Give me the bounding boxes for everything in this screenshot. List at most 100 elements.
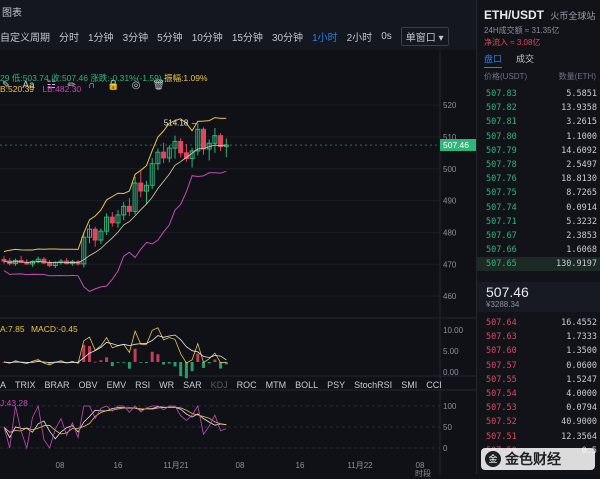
bid-row[interactable]: 507.74 0.0914 xyxy=(477,201,600,215)
date-tick: 16 xyxy=(114,461,123,470)
interval-tab[interactable]: 分时 xyxy=(59,29,79,44)
ask-row[interactable]: 507.53 0.0794 xyxy=(477,401,600,415)
ask-row[interactable]: 507.63 1.7333 xyxy=(477,330,600,344)
chart-label[interactable]: 图表 xyxy=(2,4,22,19)
indicator-tab[interactable]: A xyxy=(0,380,6,390)
ask-price: 507.52 xyxy=(486,417,517,428)
bid-row[interactable]: 507.81 3.2615 xyxy=(477,115,600,129)
market-title: ETH/USDT 火币全球站 xyxy=(484,8,595,22)
indicator-tab[interactable]: SMI xyxy=(401,380,417,390)
ask-row[interactable]: 507.51 12.3564 xyxy=(477,430,600,444)
bid-row[interactable]: 507.65 130.9197 xyxy=(477,257,600,272)
bid-price: 507.78 xyxy=(486,160,517,170)
date-tick: 08 xyxy=(236,461,245,470)
macd-bar xyxy=(82,344,86,362)
date-tick: 11月22 xyxy=(347,461,373,470)
bid-qty: 5.3232 xyxy=(566,216,597,227)
net-inflow: 净流入 ≈ 3.08亿 xyxy=(484,37,540,48)
boll-values: B:520.39 LB:482.30 xyxy=(0,84,81,94)
macd-bar xyxy=(127,362,131,369)
bid-row[interactable]: 507.66 1.6068 xyxy=(477,243,600,257)
bid-row[interactable]: 507.78 2.5497 xyxy=(477,158,600,172)
interval-tab[interactable]: 1分钟 xyxy=(88,29,114,44)
interval-tab[interactable]: 3分钟 xyxy=(123,29,149,44)
candles-group: 514.18 xyxy=(0,119,440,269)
tab-trades[interactable]: 成交 xyxy=(516,52,534,68)
date-tick: 08 xyxy=(56,461,65,470)
boll-lower-line xyxy=(3,170,227,293)
indicator-tab[interactable]: WR xyxy=(159,380,174,390)
interval-tab[interactable]: 0s xyxy=(381,31,392,42)
bid-row[interactable]: 507.76 18.8130 xyxy=(477,172,600,186)
macd-bar xyxy=(93,361,97,363)
macd-bar xyxy=(162,362,166,365)
indicator-tab[interactable]: ROC xyxy=(237,380,257,390)
indicator-tab[interactable]: BOLL xyxy=(295,380,318,390)
bid-row[interactable]: 507.75 8.7265 xyxy=(477,186,600,200)
ask-row[interactable]: 507.55 1.5247 xyxy=(477,373,600,387)
interval-tab[interactable]: 5分钟 xyxy=(157,29,183,44)
last-price-box: 507.46 ¥3288.34 xyxy=(477,282,600,312)
macd-bar xyxy=(116,362,120,363)
indicator-tab-active[interactable]: KDJ xyxy=(211,380,228,390)
tab-orderbook[interactable]: 盘口 xyxy=(484,52,503,68)
window-select[interactable]: 单窗口 ▾ xyxy=(400,26,449,46)
indicator-tab[interactable]: SAR xyxy=(183,380,202,390)
indicator-tab[interactable]: BRAR xyxy=(45,380,70,390)
bid-row[interactable]: 507.82 13.9358 xyxy=(477,101,600,115)
chart-toolbar: 自定义周期 分时 1分钟 3分钟 5分钟 10分钟 15分钟 30分钟 1小时 … xyxy=(0,0,476,50)
date-axis: 08 16 11月21 08 16 11月22 08 xyxy=(56,461,425,470)
bid-row[interactable]: 507.79 14.6092 xyxy=(477,144,600,158)
indicator-tab[interactable]: PSY xyxy=(327,380,345,390)
price-tick: 520 xyxy=(443,101,457,110)
candle-body xyxy=(47,262,53,267)
indicator-tab[interactable]: CCI xyxy=(426,380,442,390)
ohlc-amplitude: 振幅:1.09% xyxy=(164,73,208,83)
macd-label: A:7.85 MACD:-0.45 xyxy=(0,324,78,334)
price-axis: 520510500490480470460507.46 xyxy=(440,101,476,301)
bid-row[interactable]: 507.80 1.1000 xyxy=(477,130,600,144)
bid-row[interactable]: 507.83 5.5851 xyxy=(477,87,600,101)
interval-tab[interactable]: 10分钟 xyxy=(192,29,223,44)
bid-qty: 2.5497 xyxy=(566,160,597,170)
ohlc-change: 涨跌:-0.31%(-1.59) xyxy=(90,73,162,83)
price-chart[interactable]: 514.18 520510500490480470460507.46 10.00… xyxy=(0,50,476,474)
bid-row[interactable]: 507.71 5.3232 xyxy=(477,215,600,229)
interval-tab[interactable]: 30分钟 xyxy=(272,29,303,44)
bid-price: 507.83 xyxy=(486,89,517,99)
ask-row[interactable]: 507.57 0.0600 xyxy=(477,359,600,373)
ask-row[interactable]: 507.52 40.9000 xyxy=(477,415,600,429)
bid-price: 507.74 xyxy=(486,202,517,213)
indicator-tab[interactable]: TRIX xyxy=(15,380,36,390)
custom-period-button[interactable]: 自定义周期 xyxy=(0,29,50,44)
ohlc-low: 低:503.74 xyxy=(11,73,49,83)
watermark-logo-icon: 金 xyxy=(485,451,501,467)
interval-tab-active[interactable]: 1小时 xyxy=(312,29,338,44)
bid-price: 507.71 xyxy=(486,216,517,227)
kdj-tick: 0 xyxy=(443,444,448,453)
date-tick: 16 xyxy=(296,461,305,470)
macd-bar xyxy=(184,362,188,379)
chart-area[interactable]: 514.18 520 510 500 490 480 470 460 507.46 10.00… xyxy=(0,50,476,478)
boll-mb: B:520.39 xyxy=(0,84,35,94)
indicator-tab[interactable]: MTM xyxy=(266,380,287,390)
bid-qty: 0.0914 xyxy=(566,202,597,213)
indicator-tab[interactable]: EMV xyxy=(107,380,127,390)
bid-qty: 2.3853 xyxy=(566,231,597,241)
ask-price: 507.53 xyxy=(486,403,517,414)
indicator-tab[interactable]: OBV xyxy=(79,380,98,390)
ask-row[interactable]: 507.64 16.4552 xyxy=(477,316,600,330)
ask-row[interactable]: 507.60 1.3500 xyxy=(477,344,600,358)
ask-price: 507.55 xyxy=(486,374,517,385)
ask-row[interactable]: 507.54 4.0000 xyxy=(477,387,600,401)
interval-tab[interactable]: 15分钟 xyxy=(232,29,263,44)
candle-body xyxy=(92,228,98,241)
bid-price: 507.65 xyxy=(486,259,517,270)
macd-a: A:7.85 xyxy=(0,324,25,334)
indicator-tab[interactable]: StochRSI xyxy=(354,380,392,390)
price-tick: 470 xyxy=(443,260,457,269)
bid-row[interactable]: 507.67 2.3853 xyxy=(477,229,600,243)
indicator-tab[interactable]: RSI xyxy=(135,380,150,390)
interval-tab[interactable]: 2小时 xyxy=(347,29,373,44)
ask-price: 507.60 xyxy=(486,346,517,357)
